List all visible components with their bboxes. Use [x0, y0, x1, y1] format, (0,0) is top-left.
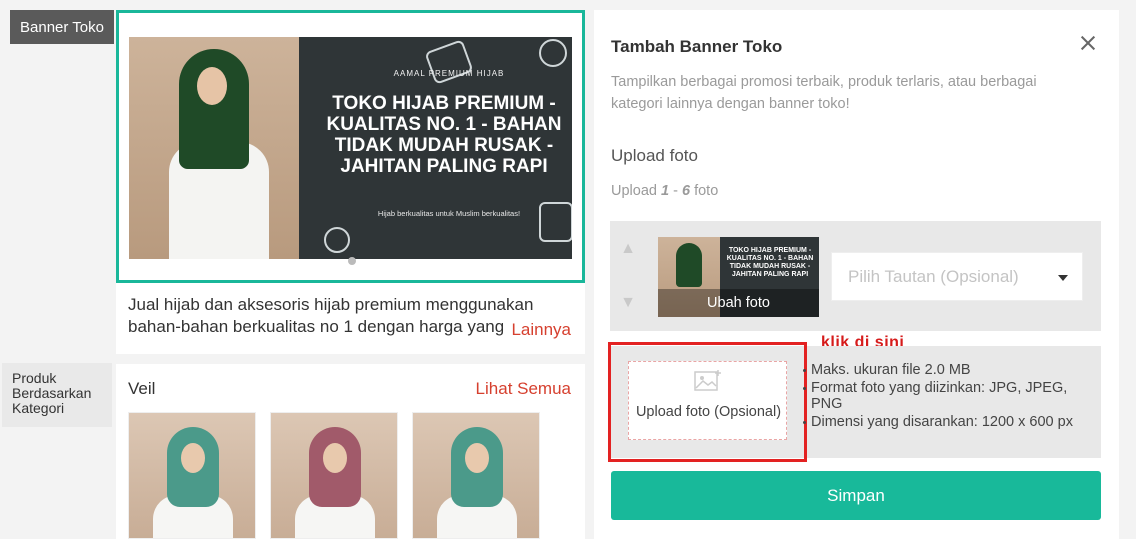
arrow-down-icon[interactable]: ▼ — [620, 295, 636, 311]
category-card: Veil Lihat Semua — [116, 364, 585, 539]
compass-icon — [539, 39, 567, 67]
change-photo-button[interactable]: Ubah foto — [658, 289, 819, 317]
panel-title: Tambah Banner Toko — [611, 37, 783, 56]
banner-image: AAMAL PREMIUM HIJAB TOKO HIJAB PREMIUM -… — [129, 37, 572, 259]
category-tag[interactable]: Produk Berdasarkan Kategori — [2, 363, 112, 427]
requirement-item: Format foto yang diizinkan: JPG, JPEG, P… — [803, 380, 1095, 412]
banner-headline: TOKO HIJAB PREMIUM - KUALITAS NO. 1 - BA… — [326, 93, 562, 177]
close-icon[interactable] — [1077, 32, 1099, 54]
backpack-icon — [539, 202, 572, 242]
uploaded-banner-row: ▲ ▼ TOKO HIJAB PREMIUM - KUALITAS NO. 1 … — [610, 221, 1101, 331]
new-upload-row: Upload foto (Opsional) Maks. ukuran file… — [608, 342, 1101, 462]
upload-heading: Upload foto — [611, 146, 698, 165]
banner-subtitle: AAMAL PREMIUM HIJAB — [393, 69, 505, 78]
upload-requirements: Maks. ukuran file 2.0 MB Format foto yan… — [803, 362, 1095, 432]
image-add-icon — [694, 370, 721, 391]
see-all-link[interactable]: Lihat Semua — [476, 379, 571, 399]
banner-model-photo — [129, 37, 299, 259]
upload-count: Upload 1 - 6 foto — [611, 183, 719, 199]
panel-description: Tampilkan berbagai promosi terbaik, prod… — [611, 74, 1037, 112]
link-select[interactable]: Pilih Tautan (Opsional) — [831, 252, 1083, 301]
thumbnail-text: TOKO HIJAB PREMIUM - KUALITAS NO. 1 - BA… — [726, 247, 814, 278]
page: Banner Toko Produk Berdasarkan Kategori … — [0, 0, 1136, 539]
requirement-item: Dimensi yang disarankan: 1200 x 600 px — [803, 414, 1095, 430]
upload-photo-label: Upload foto (Opsional) — [635, 404, 782, 420]
requirement-item: Maks. ukuran file 2.0 MB — [803, 362, 1095, 378]
add-banner-panel: Tambah Banner Toko Tampilkan berbagai pr… — [594, 10, 1119, 539]
carousel-dot[interactable] — [348, 257, 356, 265]
category-title: Veil — [128, 379, 156, 398]
arrow-up-icon[interactable]: ▲ — [620, 241, 636, 257]
caret-down-icon — [1058, 275, 1068, 281]
more-link[interactable]: Lainnya — [503, 320, 571, 340]
save-button[interactable]: Simpan — [611, 471, 1101, 520]
product-card[interactable] — [412, 412, 540, 539]
product-card[interactable] — [270, 412, 398, 539]
banner-preview[interactable]: AAMAL PREMIUM HIJAB TOKO HIJAB PREMIUM -… — [116, 10, 585, 283]
upload-photo-button[interactable]: Upload foto (Opsional) — [628, 361, 787, 440]
banner-toko-tag[interactable]: Banner Toko — [10, 10, 114, 44]
product-card[interactable] — [128, 412, 256, 539]
banner-thumbnail[interactable]: TOKO HIJAB PREMIUM - KUALITAS NO. 1 - BA… — [658, 237, 819, 317]
compass-icon — [324, 227, 350, 253]
store-preview-card: AAMAL PREMIUM HIJAB TOKO HIJAB PREMIUM -… — [116, 10, 585, 354]
banner-caption: Hijab berkualitas untuk Muslim berkualit… — [377, 209, 521, 218]
link-select-placeholder: Pilih Tautan (Opsional) — [848, 267, 1019, 286]
